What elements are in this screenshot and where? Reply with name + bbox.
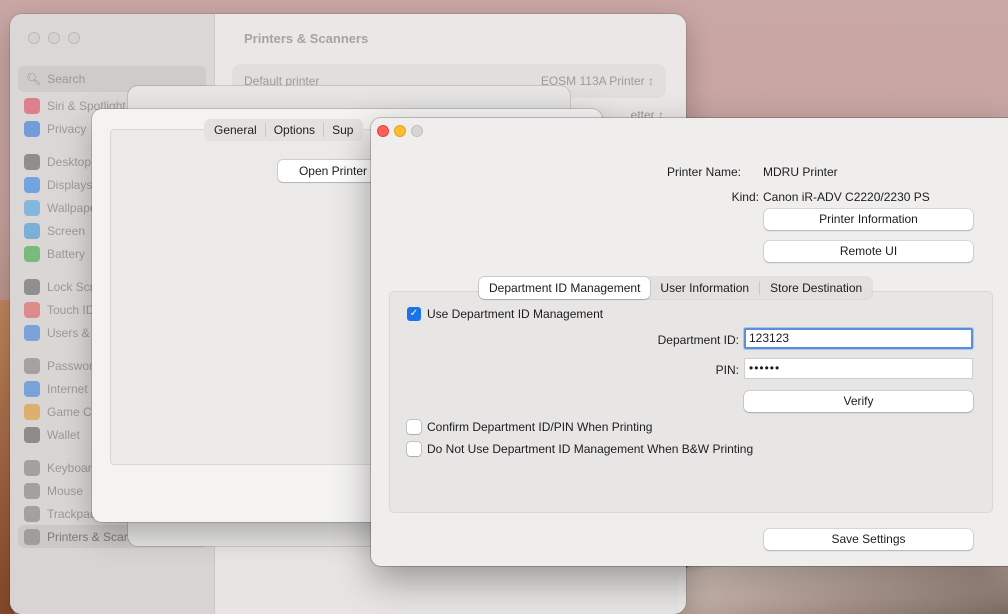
pin-field[interactable]: •••••• <box>744 358 973 379</box>
sidebar-item-label: Desktop <box>47 154 92 169</box>
settings-pane-icon <box>24 426 40 443</box>
confirm-dept-id-label: Confirm Department ID/PIN When Printing <box>427 420 653 434</box>
close-icon[interactable] <box>28 32 40 44</box>
settings-pane-icon <box>24 199 40 216</box>
sidebar-item-label: Displays <box>47 177 93 192</box>
sidebar-item-label: Battery <box>47 246 86 261</box>
tab-supplies[interactable]: Sup <box>324 123 361 137</box>
close-icon[interactable] <box>377 125 389 137</box>
pin-label: PIN: <box>715 363 739 377</box>
settings-pane-icon <box>24 357 40 374</box>
sidebar-item-label: Privacy <box>47 121 87 136</box>
settings-pane-icon <box>24 97 40 114</box>
search-placeholder: Search <box>47 72 86 86</box>
settings-pane-icon <box>24 301 40 318</box>
sidebar-item-label: Screen <box>47 223 86 238</box>
settings-pane-icon <box>24 222 40 239</box>
no-bw-dept-id-checkbox[interactable] <box>407 442 421 456</box>
settings-pane-icon <box>24 482 40 499</box>
settings-pane-icon <box>24 459 40 476</box>
tab-bar: Department ID Management User Informatio… <box>479 277 873 299</box>
settings-pane-icon <box>24 176 40 193</box>
sidebar-item-label: Trackpad <box>47 506 97 521</box>
kind-value: Canon iR-ADV C2220/2230 PS <box>763 190 930 204</box>
use-dept-id-row[interactable]: ✓ Use Department ID Management <box>407 307 603 321</box>
settings-pane-icon <box>24 528 40 545</box>
settings-pane-icon <box>24 153 40 170</box>
department-id-label: Department ID: <box>657 333 739 347</box>
settings-pane-icon <box>24 403 40 420</box>
printer-name-value: MDRU Printer <box>763 165 838 179</box>
settings-pane-icon <box>24 380 40 397</box>
sidebar-item-label: Wallet <box>47 427 80 442</box>
use-dept-id-checkbox[interactable]: ✓ <box>407 307 421 321</box>
minimize-icon[interactable] <box>394 125 406 137</box>
titlebar <box>371 118 1008 144</box>
page-title: Printers & Scanners <box>244 31 369 46</box>
save-settings-button[interactable]: Save Settings <box>764 529 973 550</box>
sidebar-item-label: Internet <box>47 381 88 396</box>
settings-pane-icon <box>24 505 40 522</box>
confirm-dept-id-row[interactable]: Confirm Department ID/PIN When Printing <box>407 420 652 434</box>
options-tab-bar: General Options Sup <box>204 119 364 141</box>
tab-general[interactable]: General <box>206 123 266 137</box>
tab-options[interactable]: Options <box>266 123 325 137</box>
remote-ui-button[interactable]: Remote UI <box>764 241 973 262</box>
window-controls <box>377 125 423 137</box>
canon-printer-utility-window: Printer Name: MDRU Printer Kind: Canon i… <box>371 118 1008 566</box>
settings-pane-icon <box>24 278 40 295</box>
zoom-icon[interactable] <box>411 125 423 137</box>
sidebar-item-label: Mouse <box>47 483 84 498</box>
zoom-icon[interactable] <box>68 32 80 44</box>
settings-window-controls <box>28 32 80 44</box>
sidebar-item-label: Keyboard <box>47 460 99 475</box>
verify-button[interactable]: Verify <box>744 391 973 412</box>
sidebar-item-label: Users & <box>47 325 90 340</box>
no-bw-dept-id-row[interactable]: Do Not Use Department ID Management When… <box>407 442 753 456</box>
use-dept-id-label: Use Department ID Management <box>427 307 604 321</box>
minimize-icon[interactable] <box>48 32 60 44</box>
search-icon: 🔍︎ <box>26 72 42 86</box>
tab-user-information[interactable]: User Information <box>650 277 759 299</box>
department-id-field[interactable]: 123123 <box>744 328 973 349</box>
settings-pane-icon <box>24 324 40 341</box>
printer-name-label: Printer Name: <box>666 165 741 179</box>
confirm-dept-id-checkbox[interactable] <box>407 420 421 434</box>
printer-information-button[interactable]: Printer Information <box>764 209 973 230</box>
sidebar-item-label: Touch ID <box>47 302 95 317</box>
settings-pane-icon <box>24 120 40 137</box>
no-bw-dept-id-label: Do Not Use Department ID Management When… <box>427 442 754 456</box>
tab-department-id-management[interactable]: Department ID Management <box>479 277 651 299</box>
settings-pane-icon <box>24 245 40 262</box>
kind-label: Kind: <box>731 190 759 204</box>
tab-store-destination[interactable]: Store Destination <box>760 277 872 299</box>
